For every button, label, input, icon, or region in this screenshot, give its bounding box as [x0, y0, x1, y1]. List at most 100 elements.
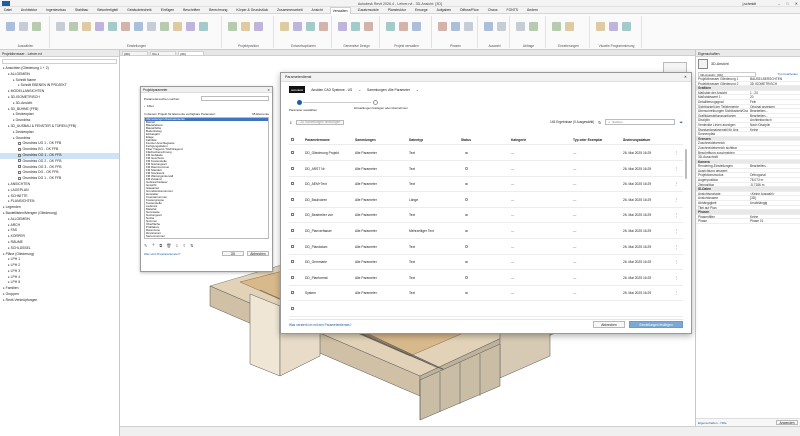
view-checkbox[interactable] [18, 176, 21, 180]
property-value[interactable] [748, 146, 800, 150]
ribbon-tab[interactable]: Betonfertigteil [95, 7, 120, 13]
ribbon-tool-icon[interactable] [134, 22, 143, 31]
instance-selector[interactable]: 3D-Ansicht: {3D} [698, 71, 756, 77]
property-value[interactable]: <Keine Auswahl> [748, 192, 800, 196]
ribbon-tool-icon[interactable] [173, 22, 182, 31]
row-checkbox[interactable] [291, 166, 294, 170]
table-row[interactable]: DD_Gemmarie Alle Parameter Text --- --- 26. M… [289, 255, 683, 271]
ribbon-tab[interactable]: Verwalten [329, 6, 351, 14]
table-row[interactable]: DD_AEM+Text Alle Parameter Text --- --- 26. M… [289, 177, 683, 193]
ribbon-tool-icon[interactable] [386, 22, 395, 31]
psd-account[interactable]: Ansätze CAD Systeme - US [311, 88, 352, 92]
ok-button[interactable]: OK [222, 251, 244, 256]
psd-primary-button[interactable]: Einstellungen festlegen [629, 321, 683, 328]
ribbon-tool-icon[interactable] [319, 22, 328, 31]
ribbon-tab[interactable]: Zusammenarbeit [275, 7, 304, 13]
user-name[interactable]: j.schmidt [743, 2, 756, 6]
property-value[interactable] [748, 141, 800, 145]
ribbon-tab[interactable]: Berechnung [207, 7, 229, 13]
ribbon-tool-icon[interactable] [622, 22, 631, 31]
property-value[interactable]: Unabhängig [748, 201, 800, 205]
ribbon-tab[interactable]: Körper & Grundstück [234, 7, 270, 13]
psd-cancel-button[interactable]: Abbrechen [593, 321, 625, 328]
table-row[interactable]: DD_Bearbeiter von Alle Parameter Text --- --… [289, 208, 683, 224]
ribbon-tool-icon[interactable] [6, 22, 15, 31]
ribbon-tool-icon[interactable] [147, 22, 156, 31]
property-value[interactable]: Original anzeigen [748, 105, 800, 109]
import-icon[interactable]: ⇩ [175, 243, 178, 248]
column-header[interactable]: Datentyp [409, 138, 423, 142]
ribbon-tool-icon[interactable] [399, 22, 408, 31]
ribbon-tab[interactable]: Stahlbau [73, 7, 90, 13]
property-value[interactable] [748, 155, 800, 159]
edit-type-button[interactable]: Typ bearbeiten [778, 72, 798, 76]
ribbon-tab[interactable]: Aufgaben [435, 7, 454, 13]
property-value[interactable]: Architektonisch [748, 118, 800, 122]
row-menu-icon[interactable]: ⋮ [675, 229, 678, 233]
row-checkbox[interactable] [291, 275, 294, 279]
row-checkbox[interactable] [291, 182, 294, 186]
row-checkbox[interactable] [291, 229, 294, 232]
row-menu-icon[interactable]: ⋮ [675, 245, 678, 249]
table-row[interactable]: DD_ARST Nr Alle Parameter Text --- --- 26. Ma… [289, 162, 683, 177]
ribbon-tool-icon[interactable] [438, 22, 447, 31]
property-value[interactable] [748, 169, 800, 173]
row-menu-icon[interactable]: ⋮ [675, 260, 678, 264]
ribbon-tool-icon[interactable] [82, 22, 91, 31]
psd-search-input[interactable] [612, 120, 671, 124]
pp-search-input[interactable] [201, 96, 269, 101]
column-header[interactable]: Kategorie [511, 138, 526, 142]
property-value[interactable]: Fein [748, 100, 800, 104]
row-menu-icon[interactable]: ⋮ [675, 198, 678, 202]
ribbon-tool-icon[interactable] [160, 22, 169, 31]
add-to-collection-button[interactable]: Zu Sammlungen hinzufügen [296, 119, 345, 125]
ribbon-tab[interactable]: Gebäudetechnik [125, 7, 154, 13]
refresh-icon[interactable]: ↻ [598, 120, 601, 125]
apply-button[interactable]: Anwenden [776, 420, 798, 425]
view-checkbox[interactable] [18, 147, 21, 151]
chevron-down-icon[interactable]: ⌄ [416, 88, 419, 92]
ribbon-tool-icon[interactable] [108, 22, 117, 31]
ribbon-tool-icon[interactable] [609, 22, 618, 31]
property-value[interactable]: Bearbeiten... [748, 164, 800, 168]
table-row[interactable]: DD_Planverfasser Alle Parameter Mehrzeilig… [289, 224, 683, 239]
property-value[interactable]: -5.7186 m [748, 183, 800, 187]
row-checkbox[interactable] [291, 213, 294, 217]
close-icon[interactable]: ✕ [795, 1, 798, 6]
property-value[interactable]: Bearbeiten... [748, 114, 800, 118]
ribbon-tab[interactable]: Architektur [19, 7, 39, 13]
table-row[interactable]: DD_Gliederung Projekt Alle Parameter Text -… [289, 146, 683, 161]
ribbon-tool-icon[interactable] [596, 22, 605, 31]
download-icon[interactable]: ⇩ [289, 120, 292, 125]
property-value[interactable]: Nach Disziplin [748, 123, 800, 127]
close-icon[interactable]: ✕ [684, 75, 687, 79]
row-checkbox[interactable] [291, 307, 294, 310]
tree-item[interactable]: ▸ Revit-Verknüpfungen [0, 298, 119, 304]
view-checkbox[interactable] [18, 165, 21, 169]
properties-help-link[interactable]: Eigenschaften - Hilfe [698, 421, 727, 425]
ribbon-tool-icon[interactable] [529, 22, 538, 31]
table-row[interactable]: DD_Planformat Alle Parameter Text --- --- 26.… [289, 271, 683, 286]
ribbon-tool-icon[interactable] [497, 22, 506, 31]
property-value[interactable] [748, 151, 800, 155]
row-checkbox[interactable] [291, 244, 294, 248]
column-header[interactable]: Typ oder Exemplar [573, 138, 602, 142]
ribbon-tab[interactable]: Ingenieurbau [44, 7, 68, 13]
chevron-down-icon[interactable]: ⌄ [358, 88, 361, 92]
ribbon-tool-icon[interactable] [351, 22, 360, 31]
ribbon-tab[interactable]: Beschriften [181, 7, 202, 13]
property-value[interactable]: 3D ISOMETRISCH [748, 82, 800, 86]
psd-search-box[interactable]: ⌕ [605, 119, 676, 125]
ribbon-tool-icon[interactable] [293, 22, 302, 31]
ribbon-tool-icon[interactable] [451, 22, 460, 31]
ribbon-tool-icon[interactable] [186, 22, 195, 31]
close-icon[interactable]: ✕ [267, 88, 270, 92]
property-value[interactable]: Bearbeiten... [748, 109, 800, 113]
ribbon-tab[interactable]: Ansicht [310, 7, 325, 13]
psd-help-link[interactable]: Was versteht ich mit den Parameterdienst… [289, 323, 351, 327]
pp-list-item[interactable]: Status [146, 238, 154, 239]
ribbon-tab[interactable]: Planstruktur [386, 7, 408, 13]
pp-parameter-list[interactable]: Abmessungen Raumelemente Bauteil Bauteileb… [144, 117, 269, 239]
view-checkbox[interactable] [18, 159, 21, 163]
ribbon-tool-icon[interactable] [56, 22, 65, 31]
